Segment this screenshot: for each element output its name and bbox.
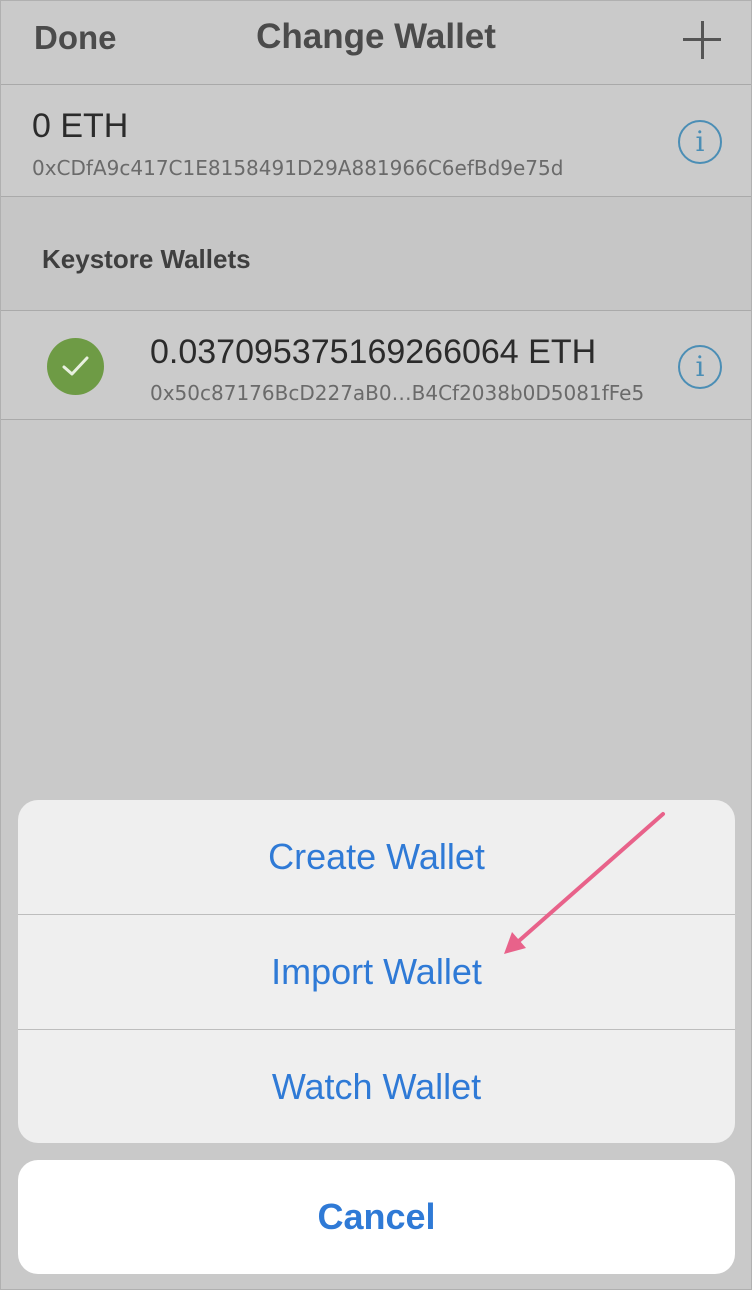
wallet-row-current[interactable]: 0 ETH 0xCDfA9c417C1E8158491D29A881966C6e… (1, 85, 751, 197)
cancel-button[interactable]: Cancel (18, 1160, 735, 1274)
plus-icon[interactable] (683, 21, 721, 59)
annotation-arrow-icon (504, 812, 665, 954)
wallet-address: 0x50c87176BcD227aB0…B4Cf2038b0D5081fFe5 (150, 381, 645, 405)
navigation-bar: Done Change Wallet (1, 1, 751, 85)
info-icon[interactable]: i (678, 120, 722, 164)
wallet-balance: 0 ETH (32, 107, 129, 145)
watch-wallet-button[interactable]: Watch Wallet (18, 1030, 735, 1143)
wallet-address: 0xCDfA9c417C1E8158491D29A881966C6efBd9e7… (32, 156, 564, 180)
checkmark-icon (47, 338, 104, 395)
wallet-row-keystore[interactable]: 0.037095375169266064 ETH 0x50c87176BcD22… (1, 311, 751, 420)
section-label: Keystore Wallets (42, 244, 251, 274)
info-icon[interactable]: i (678, 345, 722, 389)
page-title: Change Wallet (256, 17, 496, 56)
app-screen: Done Change Wallet 0 ETH 0xCDfA9c417C1E8… (0, 0, 752, 1290)
wallet-balance: 0.037095375169266064 ETH (150, 333, 597, 371)
section-header: Keystore Wallets (1, 197, 751, 311)
